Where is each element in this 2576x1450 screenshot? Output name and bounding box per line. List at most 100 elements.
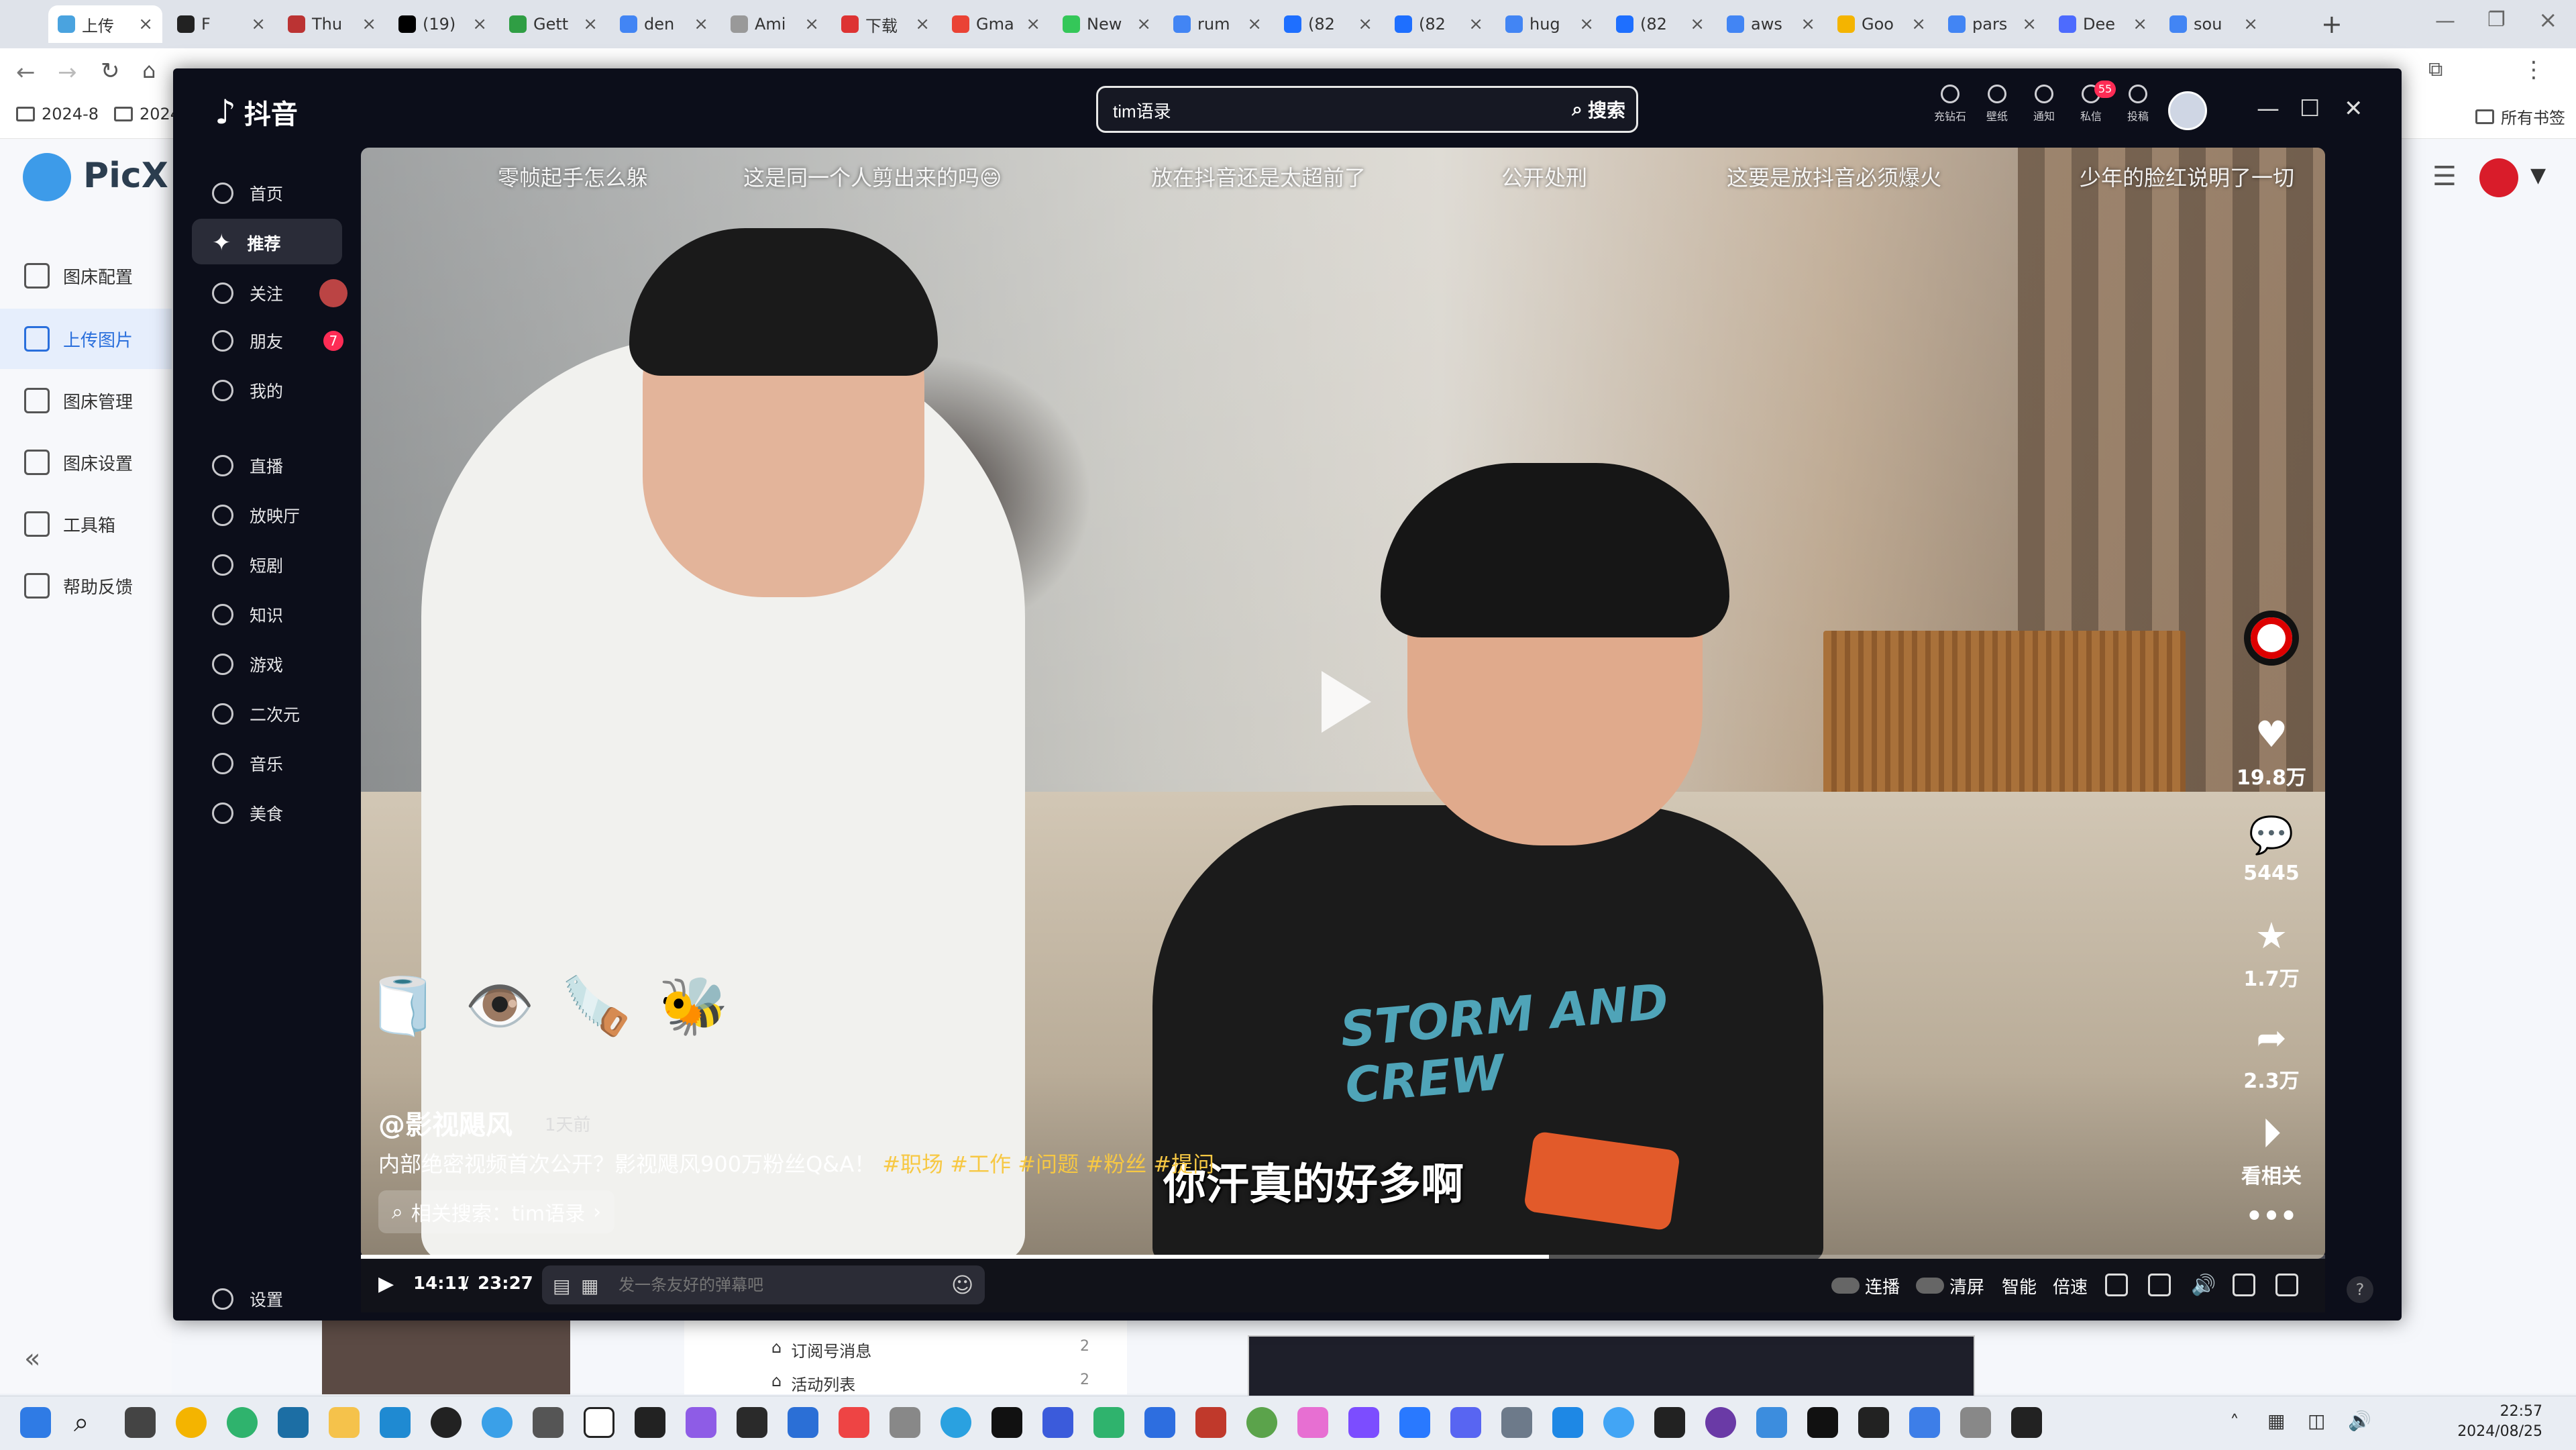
close-icon[interactable]: × [1801,14,1815,34]
close-icon[interactable]: × [694,14,708,34]
app-icon[interactable] [1909,1407,1940,1438]
search-input[interactable] [1112,96,1530,124]
discord-icon[interactable] [1450,1407,1481,1438]
app-icon[interactable] [1756,1407,1787,1438]
pip-icon[interactable] [2105,1274,2128,1296]
comment-button[interactable]: 💬 5445 [2224,816,2318,886]
sidebar-item-home[interactable]: 首页 [212,181,283,205]
app-icon[interactable] [1807,1407,1838,1438]
folder-icon[interactable] [329,1407,360,1438]
tab-7[interactable]: 下载 × [832,5,939,43]
play-icon[interactable]: ▶ [378,1272,394,1296]
bookmark-folder[interactable]: 2024-8 [16,105,99,123]
bookmark-folder[interactable]: 2024 [114,105,180,123]
close-icon[interactable]: × [583,14,598,34]
all-bookmarks[interactable]: 所有书签 [2475,105,2565,128]
hashtag[interactable]: #工作 [950,1151,1011,1177]
tab-9[interactable]: New × [1053,5,1161,43]
tab-6[interactable]: Ami × [721,5,828,43]
web-fullscreen-icon[interactable] [2233,1274,2255,1296]
app-icon[interactable] [1858,1407,1889,1438]
app-icon[interactable] [788,1407,818,1438]
minimize-icon[interactable]: — [2435,9,2455,33]
home-icon[interactable]: ⌂ [142,58,156,83]
notion-icon[interactable] [584,1407,614,1438]
close-icon[interactable]: × [1911,14,1926,34]
related-button[interactable]: ⏵ 看相关 [2224,1114,2318,1189]
autoplay-toggle[interactable] [1831,1278,1860,1294]
close-icon[interactable]: × [1136,14,1151,34]
app-icon[interactable] [1399,1407,1430,1438]
app-icon[interactable] [1144,1407,1175,1438]
speed-button[interactable]: 倍速 [2053,1274,2088,1298]
list-item[interactable]: ⌂ 订阅号消息 [771,1338,871,1361]
play-icon[interactable] [1322,671,1371,733]
app-icon[interactable] [737,1407,767,1438]
top-upload[interactable]: 投稿 [2114,85,2161,123]
picx-menu-help[interactable]: 帮助反馈 [24,573,133,599]
author-avatar[interactable] [2224,611,2318,666]
search-icon[interactable]: ⌕ [74,1407,105,1438]
close-icon[interactable]: ✕ [2344,95,2363,122]
author-name[interactable]: @影视飓风 [378,1103,513,1142]
app-icon[interactable] [482,1407,513,1438]
danmu-settings-icon[interactable]: ▦ [581,1275,598,1297]
app-icon[interactable] [1093,1407,1124,1438]
sidebar-item-recommend[interactable]: ✦ 推荐 [212,229,281,256]
hashtag[interactable]: #问题 [1018,1151,1079,1177]
app-icon[interactable] [1960,1407,1991,1438]
app-icon[interactable] [1297,1407,1328,1438]
close-window-icon[interactable]: × [2538,7,2558,34]
forward-icon[interactable]: → [58,59,77,86]
tab-2[interactable]: Thu × [278,5,386,43]
top-diamond[interactable]: 充钻石 [1927,85,1974,123]
clear-screen-toggle[interactable] [1916,1278,1944,1294]
android-icon[interactable] [1246,1407,1277,1438]
app-icon[interactable] [1603,1407,1634,1438]
app-icon[interactable] [278,1407,309,1438]
close-icon[interactable]: × [915,14,930,34]
tab-4[interactable]: Gett × [500,5,607,43]
avatar[interactable] [2479,158,2518,197]
tab-11[interactable]: (82 × [1275,5,1382,43]
system-clock[interactable]: 22:57 2024/08/25 [2457,1402,2542,1442]
new-tab-icon[interactable]: + [2321,9,2343,39]
tab-17[interactable]: pars × [1939,5,2046,43]
window-icon[interactable] [2148,1274,2171,1296]
sidebar-item-mine[interactable]: 我的 [212,378,283,403]
sidebar-item-settings[interactable]: 设置 [212,1287,283,1311]
restore-icon[interactable]: ❐ [2487,8,2506,32]
more-icon[interactable]: ••• [2224,1201,2318,1232]
tab-0[interactable]: 上传 × [48,5,162,43]
tab-19[interactable]: sou × [2160,5,2267,43]
tab-3[interactable]: (19) × [389,5,496,43]
telegram-icon[interactable] [941,1407,971,1438]
calendar-icon[interactable] [2011,1407,2042,1438]
tab-8[interactable]: Gma × [943,5,1050,43]
danmu-input[interactable] [617,1272,928,1299]
close-icon[interactable]: × [362,14,376,34]
avatar[interactable] [2168,91,2207,130]
douyin-taskbar-icon[interactable] [991,1407,1022,1438]
sidebar-item-anime[interactable]: 二次元 [212,702,300,726]
terminal-icon[interactable] [1654,1407,1685,1438]
hashtag[interactable]: #职场 [882,1151,943,1177]
app-icon[interactable] [635,1407,665,1438]
tab-12[interactable]: (82 × [1385,5,1493,43]
tab-16[interactable]: Goo × [1828,5,1935,43]
like-button[interactable]: ♥ 19.8万 [2224,715,2318,790]
top-wallpaper[interactable]: 壁纸 [1974,85,2021,123]
reload-icon[interactable]: ↻ [101,58,120,85]
app-icon[interactable] [1042,1407,1073,1438]
settings-icon[interactable] [1501,1407,1532,1438]
minimize-icon[interactable]: — [2257,95,2279,122]
filter-icon[interactable]: ☰ [2432,161,2457,192]
input-method-icon[interactable]: ▦ [2267,1410,2285,1432]
share-button[interactable]: ➦ 2.3万 [2224,1019,2318,1094]
tab-14[interactable]: (82 × [1607,5,1714,43]
close-icon[interactable]: × [2022,14,2037,34]
close-icon[interactable]: × [2133,14,2147,34]
vscode-icon[interactable] [380,1407,411,1438]
related-search-chip[interactable]: ⌕ 相关搜索：tim语录 › [378,1190,615,1233]
chevron-down-icon[interactable]: ▼ [2530,164,2546,187]
